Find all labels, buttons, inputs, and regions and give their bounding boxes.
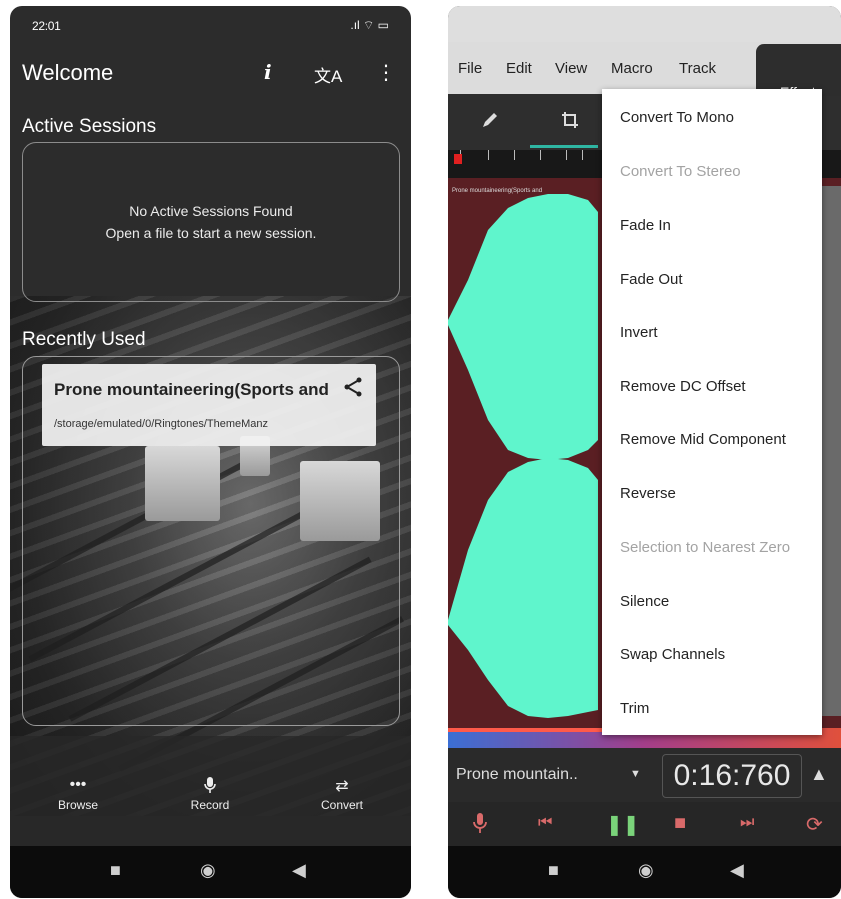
home-circle-icon[interactable]: ◉ — [638, 860, 654, 881]
pause-icon[interactable]: ❚❚ — [606, 812, 640, 837]
crop-icon[interactable] — [560, 110, 580, 136]
menu-item-swap-channels[interactable]: Swap Channels — [620, 646, 725, 663]
more-dots-icon: ••• — [69, 776, 87, 793]
menu-item-trim[interactable]: Trim — [620, 700, 649, 717]
system-navigation-bar: ■ ◉ ◀ — [448, 846, 841, 898]
home-circle-icon[interactable]: ◉ — [200, 860, 216, 881]
menu-item-selection-to-nearest-zero: Selection to Nearest Zero — [620, 539, 791, 556]
info-icon[interactable]: i — [264, 60, 272, 84]
skip-back-icon[interactable]: ⏮ — [538, 814, 552, 832]
translate-icon[interactable]: 文A — [314, 62, 342, 87]
menu-item-invert[interactable]: Invert — [620, 324, 658, 341]
convert-label: Convert — [320, 798, 364, 812]
recent-file-card[interactable]: Prone mountaineering(Sports and /storage… — [42, 364, 376, 446]
menu-item-remove-mid-component[interactable]: Remove Mid Component — [620, 431, 786, 448]
active-sessions-heading: Active Sessions — [22, 116, 157, 137]
menu-view[interactable]: View — [555, 60, 587, 77]
browse-button[interactable]: ••• Browse — [38, 776, 118, 812]
status-time: 22:01 — [32, 19, 61, 33]
active-tool-indicator — [530, 145, 598, 148]
recently-used-heading: Recently Used — [22, 329, 146, 350]
no-sessions-text: No Active Sessions Found — [129, 203, 293, 219]
microphone-icon — [170, 776, 250, 798]
convert-button[interactable]: ⇄ Convert — [302, 776, 382, 812]
more-options-icon[interactable]: ⋮ — [376, 60, 396, 85]
back-triangle-icon[interactable]: ◀ — [292, 860, 306, 881]
dropdown-arrow-icon[interactable]: ▼ — [630, 768, 641, 780]
loop-icon[interactable]: ⟳ — [806, 812, 823, 837]
track-info-bar: Prone mountain.. ▼ 0:16:760 ▲ — [448, 748, 841, 802]
recents-square-icon[interactable]: ■ — [548, 860, 559, 881]
menu-item-remove-dc-offset[interactable]: Remove DC Offset — [620, 378, 746, 395]
effects-dropdown-menu: Convert To Mono Convert To Stereo Fade I… — [602, 89, 822, 735]
system-navigation-bar: ■ ◉ ◀ — [10, 846, 411, 898]
menu-macro[interactable]: Macro — [611, 60, 653, 77]
bottom-navigation: ••• Browse Record ⇄ Convert — [10, 736, 411, 846]
time-display: 0:16:760 — [662, 754, 802, 798]
menu-file[interactable]: File — [458, 60, 482, 77]
menu-item-fade-out[interactable]: Fade Out — [620, 271, 683, 288]
recents-square-icon[interactable]: ■ — [110, 860, 121, 881]
record-mic-icon[interactable] — [472, 812, 488, 840]
record-label: Record — [190, 798, 230, 812]
skip-forward-icon[interactable]: ⏭ — [740, 814, 754, 832]
stop-icon[interactable]: ■ — [674, 812, 686, 835]
menu-item-convert-to-stereo: Convert To Stereo — [620, 163, 741, 180]
recent-file-name: Prone mountaineering(Sports and — [54, 380, 329, 399]
convert-icon: ⇄ — [335, 778, 349, 795]
back-triangle-icon[interactable]: ◀ — [730, 860, 744, 881]
menu-item-fade-in[interactable]: Fade In — [620, 217, 671, 234]
menu-item-silence[interactable]: Silence — [620, 593, 669, 610]
menu-track[interactable]: Track — [679, 60, 716, 77]
active-sessions-panel: No Active Sessions Found Open a file to … — [22, 142, 400, 302]
record-button[interactable]: Record — [170, 776, 250, 812]
status-bar — [448, 6, 841, 42]
menu-item-convert-to-mono[interactable]: Convert To Mono — [620, 109, 734, 126]
no-sessions-hint: Open a file to start a new session. — [105, 225, 317, 241]
track-name[interactable]: Prone mountain.. — [456, 766, 578, 784]
status-icons: .ıl ⌔ ▭ — [350, 18, 389, 32]
pencil-icon[interactable] — [480, 110, 500, 136]
recent-file-path: /storage/emulated/0/Ringtones/ThemeManz — [54, 418, 269, 430]
share-icon[interactable] — [342, 376, 364, 404]
welcome-screen: 22:01 .ıl ⌔ ▭ Welcome i 文A ⋮ Active Sess… — [10, 6, 411, 898]
spectrum-icon[interactable]: ▲ — [810, 764, 828, 785]
menu-edit[interactable]: Edit — [506, 60, 532, 77]
transport-controls: ⏮ ❚❚ ■ ⏭ ⟳ — [448, 802, 841, 850]
status-bar: 22:01 .ıl ⌔ ▭ — [10, 6, 411, 46]
page-title: Welcome — [22, 60, 114, 85]
menu-item-reverse[interactable]: Reverse — [620, 485, 676, 502]
app-bar: Welcome i 文A ⋮ — [10, 54, 411, 94]
browse-label: Browse — [57, 798, 98, 812]
